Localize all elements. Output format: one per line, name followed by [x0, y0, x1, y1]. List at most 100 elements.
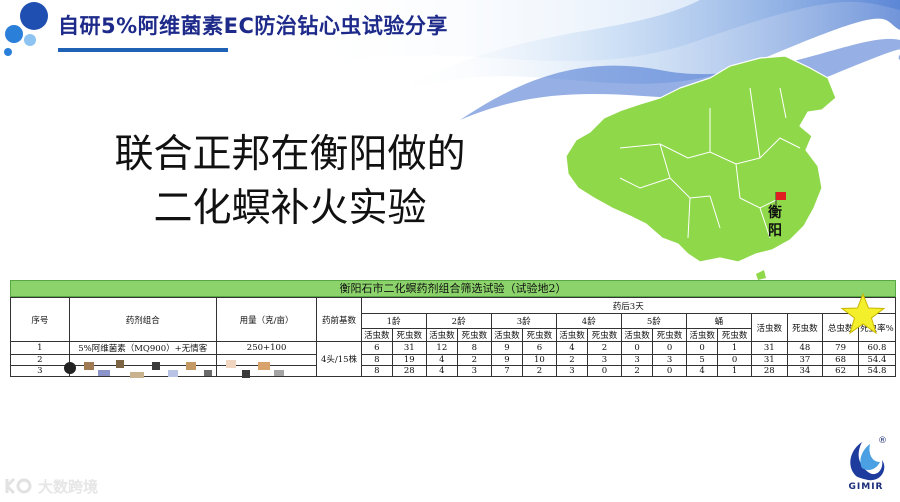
cell-index: 3 — [10, 365, 70, 377]
cell-value: 37 — [786, 354, 824, 366]
col-index: 序号 — [10, 297, 70, 342]
cell-pesticide: 5%阿维菌素（MQ900）+无情客 — [68, 341, 217, 355]
cell-value: 3 — [587, 354, 622, 366]
table-row: 1 5%阿维菌素（MQ900）+无情客 250+100 4头/15株 6 31 12 8 9 6 4… — [10, 341, 897, 377]
cell-value: 12 — [425, 341, 459, 355]
headline-line-2: 二化螟补火实验 — [153, 186, 427, 231]
cell-base: 4头/15株 — [316, 341, 362, 377]
title-underline — [58, 48, 228, 52]
cell-value: 2 — [522, 365, 557, 377]
cell-value: 54.8 — [857, 365, 897, 377]
cell-value: 0 — [652, 341, 687, 355]
cell-value: 3 — [652, 354, 687, 366]
cell-value: 6 — [522, 341, 557, 355]
cell-value: 68 — [822, 354, 859, 366]
cell-value: 54.4 — [857, 354, 897, 366]
col-pesticide: 药剂组合 — [68, 297, 217, 342]
col-instar-3: 3龄 — [490, 313, 557, 329]
gimir-logo: ® GIMIR — [838, 432, 894, 498]
col-base: 药前基数 — [316, 297, 362, 342]
cell-value: 3 — [457, 365, 492, 377]
cell-value: 31 — [750, 341, 788, 355]
cell-value: 8 — [360, 365, 394, 377]
cell-value: 19 — [392, 354, 427, 366]
cell-value: 0 — [685, 341, 719, 355]
cell-value: 1 — [717, 341, 752, 355]
cell-value: 10 — [522, 354, 557, 366]
cell-value: 79 — [822, 341, 859, 355]
watermark: 大数跨境 — [4, 474, 98, 498]
cell-index: 2 — [10, 354, 70, 366]
logo-text: GIMIR — [848, 482, 884, 492]
cell-value: 3 — [555, 365, 589, 377]
cell-value: 34 — [786, 365, 824, 377]
col-after: 药后3天 — [360, 297, 897, 314]
china-map — [565, 55, 837, 280]
cell-value: 4 — [685, 365, 719, 377]
col-alive-total: 活虫数 — [750, 313, 788, 342]
cell-value: 0 — [717, 354, 752, 366]
cell-value: 1 — [717, 365, 752, 377]
cell-dosage: 250+100 — [215, 341, 318, 355]
bubbles-icon — [4, 2, 48, 56]
table-title: 衡阳石市二化螟药剂组合筛选试验（试验地2） — [10, 280, 896, 297]
col-dead: 死虫数 — [392, 328, 427, 342]
cell-value: 4 — [425, 365, 459, 377]
cell-value: 6 — [360, 341, 394, 355]
cell-index: 1 — [10, 341, 70, 355]
col-dead: 死虫数 — [717, 328, 752, 342]
flag-icon — [776, 192, 786, 200]
col-dosage: 用量（克/亩） — [215, 297, 318, 342]
col-dead: 死虫数 — [457, 328, 492, 342]
page-title: 自研5%阿维菌素EC防治钻心虫试验分享 — [58, 14, 448, 38]
cell-value: 31 — [750, 354, 788, 366]
col-pupa: 蛹 — [685, 313, 752, 329]
cell-value: 4 — [425, 354, 459, 366]
col-dead-total: 死虫数 — [786, 313, 824, 342]
cell-value: 0 — [620, 341, 654, 355]
col-instar-5: 5龄 — [620, 313, 687, 329]
col-instar-4: 4龄 — [555, 313, 622, 329]
cell-value: 2 — [620, 365, 654, 377]
cell-value: 3 — [620, 354, 654, 366]
cell-value: 2 — [555, 354, 589, 366]
col-alive: 活虫数 — [555, 328, 589, 342]
col-alive: 活虫数 — [425, 328, 459, 342]
city-label-text: 衡阳 — [768, 205, 782, 239]
cell-value: 9 — [490, 354, 524, 366]
cell-value: 8 — [360, 354, 394, 366]
col-alive: 活虫数 — [685, 328, 719, 342]
cell-value: 2 — [587, 341, 622, 355]
col-alive: 活虫数 — [490, 328, 524, 342]
header-row-1: 序号 药剂组合 用量（克/亩） 药前基数 药后3天 — [10, 297, 897, 342]
cell-value: 2 — [457, 354, 492, 366]
watermark-text: 大数跨境 — [38, 477, 99, 496]
col-dead: 死虫数 — [587, 328, 622, 342]
cell-value: 48 — [786, 341, 824, 355]
cell-value: 28 — [392, 365, 427, 377]
cell-value: 60.8 — [857, 341, 897, 355]
cell-value: 0 — [652, 365, 687, 377]
slide: 自研5%阿维菌素EC防治钻心虫试验分享 联合正邦在衡阳做的 二化螟补火实验 衡阳… — [0, 0, 900, 502]
cell-value: 9 — [490, 341, 524, 355]
headline: 联合正邦在衡阳做的 二化螟补火实验 — [80, 128, 500, 236]
headline-line-1: 联合正邦在衡阳做的 — [114, 132, 466, 177]
city-label: 衡阳 — [768, 204, 786, 240]
col-instar-2: 2龄 — [425, 313, 492, 329]
col-dead: 死虫数 — [652, 328, 687, 342]
col-alive: 活虫数 — [620, 328, 654, 342]
star-icon — [840, 292, 886, 335]
watermark-logo-icon — [5, 477, 32, 495]
cell-value: 7 — [490, 365, 524, 377]
cell-value: 4 — [555, 341, 589, 355]
cell-value: 62 — [822, 365, 859, 377]
cell-value: 8 — [457, 341, 492, 355]
registered-mark: ® — [878, 436, 887, 446]
col-instar-1: 1龄 — [360, 313, 427, 329]
col-alive: 活虫数 — [360, 328, 394, 342]
redacted-area — [64, 360, 284, 378]
col-dead: 死虫数 — [522, 328, 557, 342]
cell-value: 31 — [392, 341, 427, 355]
cell-value: 28 — [750, 365, 788, 377]
cell-value: 0 — [587, 365, 622, 377]
